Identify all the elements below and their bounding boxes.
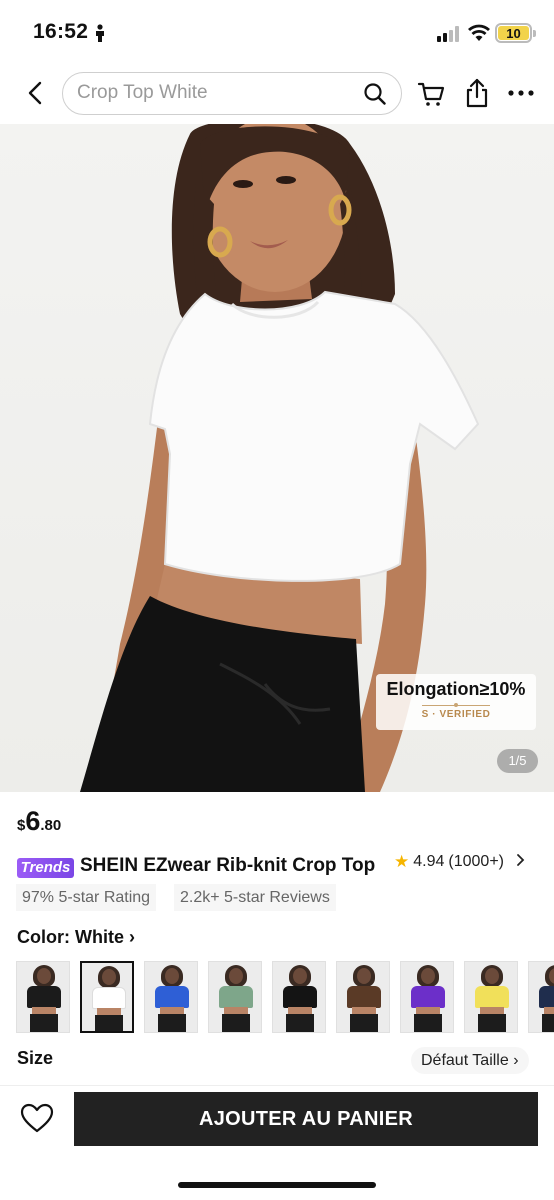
color-selector-label[interactable]: Color: White › xyxy=(17,927,135,948)
size-guide-button[interactable]: Défaut Taille › xyxy=(411,1047,529,1074)
elongation-title: Elongation≥10% xyxy=(386,679,526,699)
trends-badge[interactable]: Trends xyxy=(17,858,74,878)
price-integer: 6 xyxy=(25,806,41,836)
size-button-label: Défaut Taille xyxy=(421,1052,509,1069)
swatch-pants xyxy=(222,1014,250,1032)
swatch-pants xyxy=(30,1014,58,1032)
color-swatch[interactable] xyxy=(336,961,390,1033)
swatch-model-head xyxy=(165,968,179,984)
swatch-model-head xyxy=(293,968,307,984)
swatch-pants xyxy=(286,1014,314,1032)
cart-icon[interactable] xyxy=(417,80,445,113)
swatch-shirt xyxy=(27,986,61,1008)
wifi-icon xyxy=(468,24,490,47)
color-swatch[interactable] xyxy=(16,961,70,1033)
color-swatch[interactable] xyxy=(80,961,134,1033)
swatch-pants xyxy=(414,1014,442,1032)
nav-bar xyxy=(0,66,554,124)
status-bar: 16:52 10 xyxy=(0,0,554,66)
rating-summary[interactable]: ★ 4.94 (1000+) xyxy=(394,852,525,872)
divider xyxy=(0,1085,554,1086)
swatch-pants xyxy=(350,1014,378,1032)
add-to-cart-button[interactable]: AJOUTER AU PANIER xyxy=(74,1092,538,1146)
color-swatch[interactable] xyxy=(272,961,326,1033)
five-star-reviews-chip: 2.2k+ 5-star Reviews xyxy=(174,884,336,911)
swatch-shirt xyxy=(475,986,509,1008)
color-swatch[interactable] xyxy=(208,961,262,1033)
chevron-left-icon xyxy=(28,81,42,105)
person-icon xyxy=(94,24,106,47)
status-time: 16:52 xyxy=(33,20,89,43)
swatch-shirt xyxy=(347,986,381,1008)
badge-dot xyxy=(454,703,458,707)
share-icon[interactable] xyxy=(465,78,489,113)
color-swatch[interactable] xyxy=(400,961,454,1033)
color-swatch[interactable] xyxy=(464,961,518,1033)
swatch-shirt xyxy=(539,986,554,1008)
swatch-model-head xyxy=(102,969,116,985)
home-indicator[interactable] xyxy=(178,1182,376,1188)
swatch-pants xyxy=(478,1014,506,1032)
more-icon[interactable] xyxy=(508,84,534,102)
back-button[interactable] xyxy=(20,78,50,108)
heart-icon[interactable] xyxy=(20,1103,54,1138)
color-swatches xyxy=(16,961,554,1033)
rating-value: 4.94 xyxy=(413,853,445,870)
swatch-pants xyxy=(158,1014,186,1032)
product-title: SHEIN EZwear Rib-knit Crop Top xyxy=(80,855,376,876)
signal-icon xyxy=(437,26,461,47)
swatch-shirt xyxy=(283,986,317,1008)
rating-count: (1000+) xyxy=(448,853,504,870)
color-swatch[interactable] xyxy=(528,961,554,1033)
size-label: Size xyxy=(17,1048,54,1068)
swatch-model-head xyxy=(421,968,435,984)
search-box[interactable] xyxy=(62,72,402,115)
search-icon[interactable] xyxy=(363,82,387,111)
chevron-right-icon xyxy=(516,853,525,872)
search-input[interactable] xyxy=(77,73,357,113)
swatch-model-head xyxy=(37,968,51,984)
swatch-shirt xyxy=(219,986,253,1008)
chevron-right-icon: › xyxy=(129,927,135,947)
price-decimal: .80 xyxy=(40,817,62,834)
swatch-shirt xyxy=(411,986,445,1008)
product-image-gallery[interactable]: Elongation≥10% S · VERIFIED 1/5 xyxy=(0,124,554,792)
elongation-badge: Elongation≥10% S · VERIFIED xyxy=(376,674,536,730)
battery-level: 10 xyxy=(498,26,529,41)
chevron-right-icon: › xyxy=(513,1052,519,1069)
swatch-shirt xyxy=(155,986,189,1008)
color-label-text: Color: White xyxy=(17,927,124,947)
battery-icon: 10 xyxy=(495,23,536,43)
color-swatch[interactable] xyxy=(144,961,198,1033)
verified-label: S · VERIFIED xyxy=(421,709,491,720)
swatch-model-head xyxy=(485,968,499,984)
swatch-pants xyxy=(95,1015,123,1031)
swatch-shirt xyxy=(92,987,126,1009)
price: $6.80 xyxy=(17,806,61,837)
swatch-model-head xyxy=(357,968,371,984)
five-star-rating-chip: 97% 5-star Rating xyxy=(16,884,157,911)
image-counter: 1/5 xyxy=(497,749,538,773)
swatch-model-head xyxy=(229,968,243,984)
swatch-pants xyxy=(542,1014,554,1032)
star-icon: ★ xyxy=(394,852,410,871)
